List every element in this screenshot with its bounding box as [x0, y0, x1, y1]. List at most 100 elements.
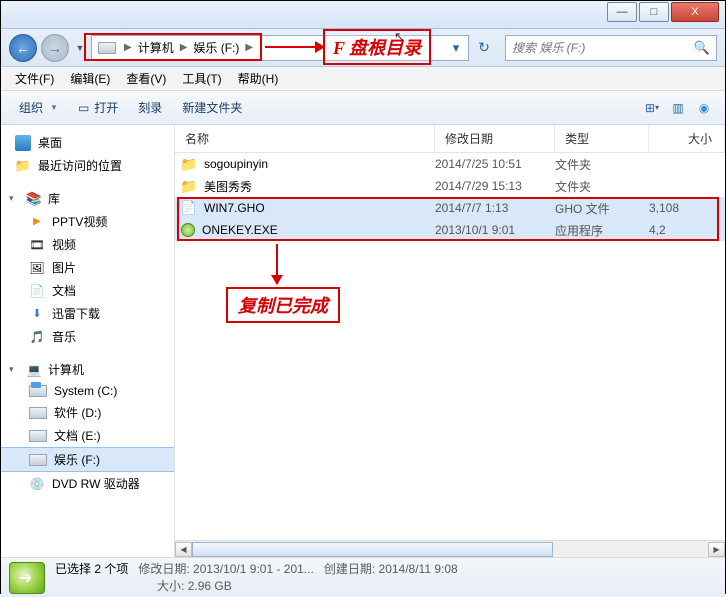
- annotation-label-root: F 盘根目录: [323, 29, 431, 65]
- file-row[interactable]: 美图秀秀2014/7/29 15:13文件夹: [175, 175, 725, 197]
- nav-documents[interactable]: 文档: [1, 279, 174, 302]
- file-date: 2014/7/25 10:51: [435, 157, 555, 171]
- file-name: WIN7.GHO: [204, 201, 265, 215]
- video-icon: [29, 237, 45, 253]
- back-button[interactable]: ←: [9, 34, 37, 62]
- file-list: sogoupinyin2014/7/25 10:51文件夹美图秀秀2014/7/…: [175, 153, 725, 241]
- separator-icon: ▶: [122, 42, 134, 53]
- search-icon: 🔍: [694, 40, 710, 56]
- column-name[interactable]: 名称: [175, 125, 435, 152]
- nav-desktop[interactable]: 桌面: [1, 131, 174, 154]
- help-button[interactable]: ◉: [693, 97, 715, 119]
- search-box[interactable]: 🔍: [505, 35, 717, 61]
- view-options-button[interactable]: ⊞ ▾: [641, 97, 663, 119]
- file-type: GHO 文件: [555, 200, 649, 217]
- horizontal-scrollbar[interactable]: ◀ ▶: [175, 540, 725, 557]
- nav-computer[interactable]: ▾计算机: [1, 358, 174, 381]
- nav-drive-d[interactable]: 软件 (D:): [1, 401, 174, 424]
- nav-recent[interactable]: 最近访问的位置: [1, 154, 174, 177]
- search-input[interactable]: [512, 41, 688, 55]
- scroll-left-button[interactable]: ◀: [175, 542, 192, 557]
- close-button[interactable]: X: [671, 2, 719, 22]
- maximize-button[interactable]: □: [639, 2, 669, 22]
- library-icon: [26, 191, 42, 207]
- refresh-button[interactable]: ↻: [473, 36, 495, 60]
- computer-icon: [26, 362, 42, 378]
- nav-library[interactable]: ▾库: [1, 187, 174, 210]
- nav-pptv[interactable]: PPTV视频: [1, 210, 174, 233]
- music-icon: [29, 329, 45, 345]
- file-type: 文件夹: [555, 178, 649, 195]
- nav-video[interactable]: 视频: [1, 233, 174, 256]
- nav-music[interactable]: 音乐: [1, 325, 174, 348]
- drive-icon: [29, 430, 47, 442]
- column-date[interactable]: 修改日期: [435, 125, 555, 152]
- recent-icon: [15, 158, 31, 174]
- documents-icon: [29, 283, 45, 299]
- file-type: 文件夹: [555, 156, 649, 173]
- menu-help[interactable]: 帮助(H): [230, 70, 287, 87]
- preview-pane-button[interactable]: ▥: [667, 97, 689, 119]
- column-type[interactable]: 类型: [555, 125, 649, 152]
- annotation-label-copied: 复制已完成: [226, 287, 340, 323]
- breadcrumb-drive-f[interactable]: 娱乐 (F:): [189, 39, 243, 56]
- new-folder-button[interactable]: 新建文件夹: [172, 91, 252, 124]
- status-title: 已选择 2 个项: [55, 562, 128, 576]
- scroll-thumb[interactable]: [192, 542, 553, 557]
- drive-icon: [29, 407, 47, 419]
- drive-icon: [29, 385, 47, 397]
- status-bar: 已选择 2 个项 修改日期: 2013/10/1 9:01 - 201... 创…: [1, 557, 725, 597]
- collapse-icon[interactable]: ▾: [9, 193, 20, 204]
- refresh-dropdown[interactable]: ▾: [444, 36, 468, 60]
- scroll-track[interactable]: [192, 542, 708, 557]
- separator-icon: ▶: [243, 42, 255, 53]
- exe-icon: [181, 223, 195, 237]
- separator-icon: ▶: [178, 42, 190, 53]
- breadcrumb-computer[interactable]: 计算机: [134, 39, 178, 56]
- menu-edit[interactable]: 编辑(E): [62, 70, 118, 87]
- toolbar: 组织▼ ▭打开 刻录 新建文件夹 ⊞ ▾ ▥ ◉: [1, 91, 725, 125]
- desktop-icon: [15, 135, 31, 151]
- menu-file[interactable]: 文件(F): [7, 70, 62, 87]
- file-type: 应用程序: [555, 222, 649, 239]
- xunlei-icon: [29, 306, 45, 322]
- menu-view[interactable]: 查看(V): [118, 70, 174, 87]
- burn-button[interactable]: 刻录: [128, 91, 172, 124]
- navigation-pane: 桌面 最近访问的位置 ▾库 PPTV视频 视频 图片 文档 迅雷下载 音乐 ▾计…: [1, 125, 175, 557]
- file-date: 2014/7/29 15:13: [435, 179, 555, 193]
- file-name: ONEKEY.EXE: [202, 223, 278, 237]
- column-headers: 名称 修改日期 类型 大小: [175, 125, 725, 153]
- chevron-down-icon: ▼: [50, 103, 58, 112]
- forward-button[interactable]: →: [41, 34, 69, 62]
- history-dropdown[interactable]: ▼: [73, 36, 87, 60]
- file-row[interactable]: ONEKEY.EXE 2013/10/1 9:01应用程序4,2: [175, 219, 725, 241]
- nav-dvd[interactable]: DVD RW 驱动器: [1, 472, 174, 495]
- nav-pictures[interactable]: 图片: [1, 256, 174, 279]
- open-button[interactable]: ▭打开: [68, 91, 128, 124]
- nav-drive-f[interactable]: 娱乐 (F:): [1, 447, 174, 472]
- folder-icon: [181, 178, 197, 194]
- nav-drive-e[interactable]: 文档 (E:): [1, 424, 174, 447]
- drive-icon: [98, 42, 116, 54]
- folder-icon: [181, 156, 197, 172]
- minimize-button[interactable]: —: [607, 2, 637, 22]
- collapse-icon[interactable]: ▾: [9, 364, 20, 375]
- column-size[interactable]: 大小: [649, 125, 725, 152]
- menu-tools[interactable]: 工具(T): [174, 70, 229, 87]
- scroll-right-button[interactable]: ▶: [708, 542, 725, 557]
- menu-bar: 文件(F) 编辑(E) 查看(V) 工具(T) 帮助(H): [1, 67, 725, 91]
- status-details: 已选择 2 个项 修改日期: 2013/10/1 9:01 - 201... 创…: [55, 561, 458, 595]
- pptv-icon: [29, 214, 45, 230]
- file-size: 4,2: [649, 223, 725, 237]
- nav-drive-c[interactable]: System (C:): [1, 381, 174, 401]
- drive-icon: [29, 454, 47, 466]
- selection-thumbnail-icon: [9, 562, 45, 594]
- pictures-icon: [29, 260, 45, 276]
- file-icon: [181, 200, 197, 216]
- file-row[interactable]: WIN7.GHO2014/7/7 1:13GHO 文件3,108: [175, 197, 725, 219]
- organize-button[interactable]: 组织▼: [9, 91, 68, 124]
- file-row[interactable]: sogoupinyin2014/7/25 10:51文件夹: [175, 153, 725, 175]
- nav-xunlei[interactable]: 迅雷下载: [1, 302, 174, 325]
- file-date: 2013/10/1 9:01: [435, 223, 555, 237]
- dvd-icon: [29, 476, 45, 492]
